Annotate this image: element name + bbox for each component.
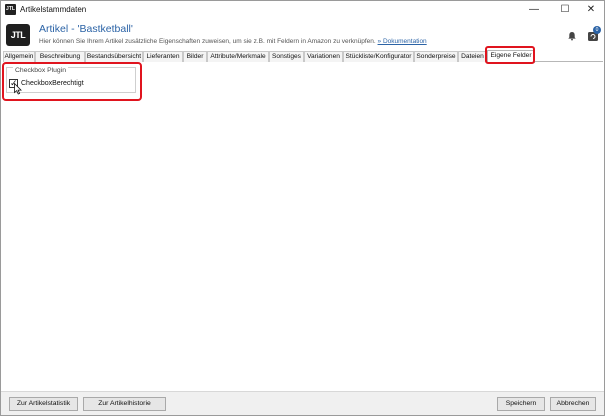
article-title: Artikel - 'Bastketball' [39,23,133,35]
tab-bestandsuebersicht[interactable]: Bestandsübersicht [85,51,143,62]
title-bar[interactable]: JTL Artikelstammdaten — ☐ ✕ [1,1,604,19]
save-button[interactable]: Speichern [497,397,545,411]
subtitle-text: Hier können Sie Ihrem Artikel zusätzlich… [39,38,376,45]
tab-beschreibung[interactable]: Beschreibung [35,51,85,62]
tab-bilder[interactable]: Bilder [183,51,207,62]
article-history-button[interactable]: Zur Artikelhistorie [83,397,166,411]
tab-attribute-merkmale[interactable]: Attribute/Merkmale [207,51,269,62]
notification-badge: 0 [593,26,601,34]
tab-lieferanten[interactable]: Lieferanten [143,51,183,62]
minimize-button[interactable]: — [521,1,547,19]
cancel-button[interactable]: Abbrechen [550,397,596,411]
page-header: JTL Artikel - 'Bastketball' Hier können … [1,19,604,49]
header-subtitle: Hier können Sie Ihrem Artikel zusätzlich… [39,38,427,45]
tab-sonderpreise[interactable]: Sonderpreise [414,51,458,62]
window-title: Artikelstammdaten [20,5,87,14]
documentation-link[interactable]: » Dokumentation [378,38,427,45]
app-icon: JTL [5,4,16,15]
tab-sonstiges[interactable]: Sonstiges [269,51,304,62]
mouse-cursor-icon [14,83,22,95]
tab-stueckliste-konfigurator[interactable]: Stückliste/Konfigurator [343,51,414,62]
article-statistics-button[interactable]: Zur Artikelstatistik [9,397,78,411]
bell-icon[interactable] [567,31,577,41]
content-highlight [2,62,142,101]
footer-bar: Zur Artikelstatistik Zur Artikelhistorie… [1,391,604,415]
tab-variationen[interactable]: Variationen [304,51,343,62]
tab-dateien[interactable]: Dateien [458,51,487,62]
maximize-button[interactable]: ☐ [552,1,578,19]
close-button[interactable]: ✕ [578,1,604,19]
jtl-logo: JTL [6,24,30,46]
article-master-window: JTL Artikelstammdaten — ☐ ✕ JTL Artikel … [0,0,605,416]
active-tab-highlight [485,46,535,64]
tab-allgemein[interactable]: Allgemein [3,51,35,62]
